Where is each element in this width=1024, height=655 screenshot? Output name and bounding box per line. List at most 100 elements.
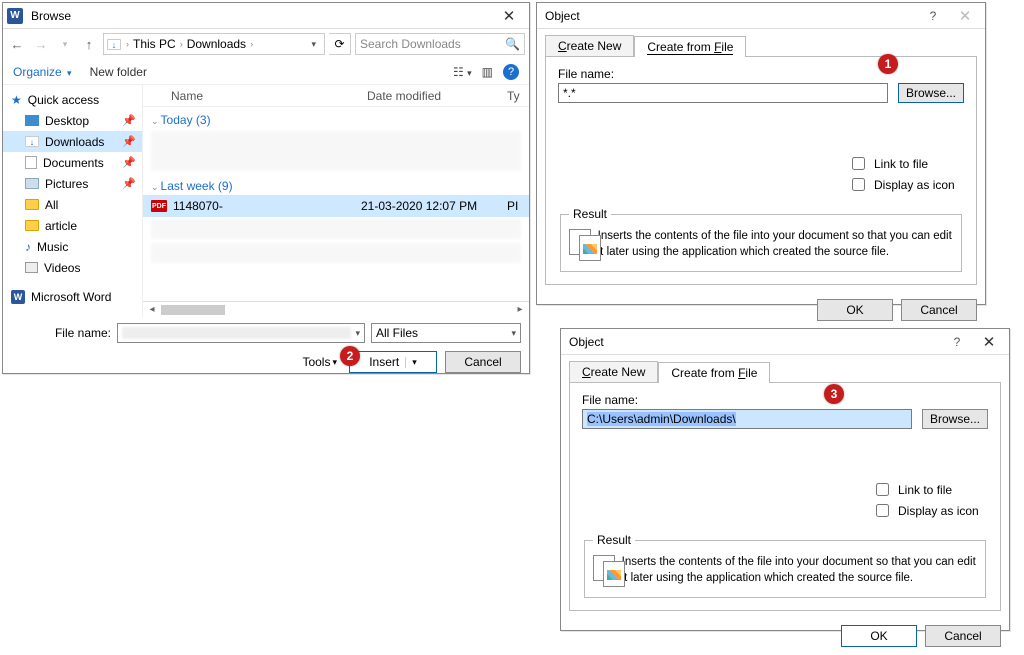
file-list-area: Name Date modified Ty ⌄Today (3) ⌄Last w… [143,85,529,317]
horizontal-scrollbar[interactable]: ◂ ▸ [143,301,529,317]
breadcrumb-sep-icon: › [248,39,255,49]
sidebar-msword[interactable]: WMicrosoft Word [3,286,142,307]
link-to-file-checkbox[interactable]: Link to file [848,153,964,174]
filename-input[interactable]: *.* [558,83,888,103]
word-app-icon: W [7,8,23,24]
tab-create-from-file[interactable]: Create from File [658,362,770,383]
browse-button[interactable]: Browse... [922,409,988,429]
breadcrumb-root[interactable]: This PC [133,37,176,51]
dialog-help-button[interactable]: ? [917,9,949,23]
step-badge-3: 3 [824,384,844,404]
scroll-thumb[interactable] [161,305,225,315]
column-headers[interactable]: Name Date modified Ty [143,85,529,107]
view-mode-button[interactable]: ☷ ▾ [453,65,472,79]
filename-value: C:\Users\admin\Downloads\ [587,412,736,426]
object-dialog-2: Object ? ✕ Create New Create from File F… [560,328,1010,631]
browse-button[interactable]: Browse... [898,83,964,103]
tools-menu[interactable]: Tools▾ [302,355,337,369]
col-name[interactable]: Name [167,89,367,103]
step-badge-1: 1 [878,54,898,74]
blurred-file-rows [151,131,521,171]
breadcrumb-folder[interactable]: Downloads [187,37,246,51]
sidebar-documents[interactable]: Documents📌 [3,152,142,173]
pin-icon: 📌 [122,156,136,169]
tab-create-new[interactable]: Create New [569,361,658,382]
result-text: Inserts the contents of the file into yo… [622,555,977,589]
tab-create-from-file[interactable]: Create from File [634,36,746,57]
filename-label: File name: [558,67,964,81]
nav-up-button[interactable]: ↑ [79,37,99,52]
browse-dialog: W Browse ✕ ← → ▾ ↑ › This PC › Downloads… [2,2,530,374]
nav-history-dropdown[interactable]: ▾ [55,39,75,50]
result-legend: Result [593,533,635,547]
step-badge-2: 2 [340,346,360,366]
pictures-icon [25,178,39,189]
dialog-close-button[interactable]: ✕ [973,333,1005,351]
music-icon: ♪ [25,240,31,254]
sidebar-article[interactable]: article [3,215,142,236]
ok-button[interactable]: OK [817,299,893,321]
pdf-icon: PDF [151,200,167,212]
filename-label: File name: [582,393,988,407]
object-title: Object [565,335,941,349]
file-row-selected[interactable]: PDF 1148070- 21-03-2020 12:07 PM PI [143,195,529,217]
col-date[interactable]: Date modified [367,89,507,103]
scroll-right-icon[interactable]: ▸ [513,304,527,315]
link-to-file-checkbox[interactable]: Link to file [872,479,988,500]
blurred-file-row [151,219,521,239]
chevron-down-icon[interactable]: ▾ [511,328,516,339]
breadcrumb-dropdown-icon[interactable]: ▾ [305,39,322,50]
cancel-button[interactable]: Cancel [445,351,521,373]
search-input[interactable]: Search Downloads 🔍 [355,33,525,55]
downloads-folder-icon [106,36,122,52]
insert-button[interactable]: Insert▾ [349,351,437,373]
result-icon [569,229,588,263]
file-date: 21-03-2020 12:07 PM [361,199,501,213]
col-type[interactable]: Ty [507,89,529,103]
filetype-combo[interactable]: All Files ▾ [371,323,521,343]
sidebar-downloads[interactable]: Downloads📌 [3,131,142,152]
organize-menu[interactable]: Organize ▾ [13,65,72,79]
dialog-close-button[interactable]: ✕ [949,7,981,25]
filename-label: File name: [11,326,111,340]
dialog-help-button[interactable]: ? [941,335,973,349]
breadcrumb-bar[interactable]: › This PC › Downloads › ▾ [103,33,325,55]
group-today[interactable]: ⌄Today (3) [143,107,529,129]
file-type: PI [507,199,529,213]
breadcrumb-sep-icon: › [178,39,185,49]
nav-back-button[interactable]: ← [7,37,27,52]
sidebar-pictures[interactable]: Pictures📌 [3,173,142,194]
filename-combo[interactable]: ▾ [117,323,365,343]
browse-nav-row: ← → ▾ ↑ › This PC › Downloads › ▾ ⟳ Sear… [3,29,529,59]
chevron-down-icon[interactable]: ▾ [355,328,360,339]
search-placeholder: Search Downloads [360,37,461,51]
star-icon: ★ [11,93,22,107]
filename-value: *.* [563,86,576,100]
new-folder-button[interactable]: New folder [90,65,147,79]
display-as-icon-checkbox[interactable]: Display as icon [848,174,964,195]
cancel-button[interactable]: Cancel [925,625,1001,647]
refresh-button[interactable]: ⟳ [329,33,351,55]
group-lastweek[interactable]: ⌄Last week (9) [143,173,529,195]
cancel-button[interactable]: Cancel [901,299,977,321]
sidebar-all[interactable]: All [3,194,142,215]
filename-input[interactable]: C:\Users\admin\Downloads\ [582,409,912,429]
sidebar-quick-access[interactable]: ★Quick access [3,89,142,110]
display-as-icon-checkbox[interactable]: Display as icon [872,500,988,521]
preview-pane-button[interactable]: ▥ [482,65,493,79]
folder-icon [25,199,39,210]
scroll-left-icon[interactable]: ◂ [145,304,159,315]
tab-create-new[interactable]: Create New [545,35,634,56]
sidebar-videos[interactable]: Videos [3,257,142,278]
chevron-down-icon: ⌄ [151,116,159,126]
browse-close-button[interactable]: ✕ [493,7,525,25]
sidebar-desktop[interactable]: Desktop📌 [3,110,142,131]
sidebar-music[interactable]: ♪Music [3,236,142,257]
help-button[interactable]: ? [503,64,519,80]
search-icon: 🔍 [505,37,520,51]
word-icon: W [11,290,25,304]
nav-forward-button[interactable]: → [31,37,51,52]
ok-button[interactable]: OK [841,625,917,647]
browse-sidebar: ★Quick access Desktop📌 Downloads📌 Docume… [3,85,143,317]
videos-icon [25,262,38,273]
